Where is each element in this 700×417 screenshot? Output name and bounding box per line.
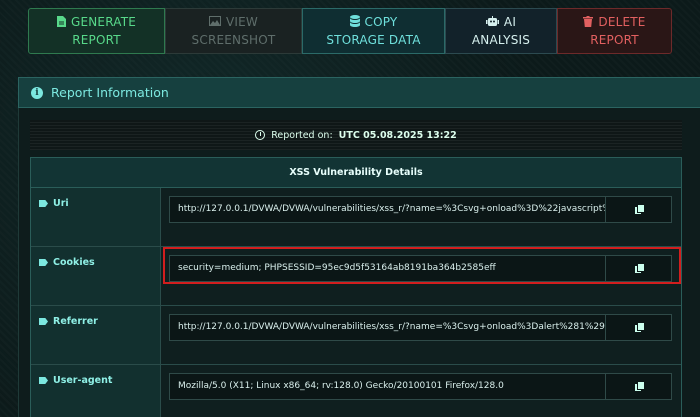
ai-label-1: AI [503, 15, 517, 29]
ai-analysis-button[interactable]: AI ANALYSIS [445, 8, 557, 54]
generate-label-2: REPORT [72, 33, 121, 47]
generate-report-button[interactable]: GENERATE REPORT [28, 8, 165, 54]
reported-on-bar: Reported on: UTC 05.08.2025 13:22 [30, 120, 682, 150]
tag-icon [39, 318, 48, 325]
robot-icon [485, 15, 499, 29]
view-label-1: VIEW [226, 15, 258, 29]
delete-report-button[interactable]: DELETE REPORT [557, 8, 672, 54]
view-screenshot-button[interactable]: VIEW SCREENSHOT [165, 8, 302, 54]
row-label-user-agent: User-agent [31, 365, 161, 417]
copy-icon [634, 382, 644, 391]
report-information-header[interactable]: i Report Information [18, 77, 700, 108]
table-row-cookies: Cookies security=medium; PHPSESSID=95ec9… [31, 247, 681, 306]
row-label-uri: Uri [31, 188, 161, 246]
xss-details-table: XSS Vulnerability Details Uri http://127… [30, 157, 682, 417]
cookies-field[interactable]: security=medium; PHPSESSID=95ec9d5f53164… [169, 255, 605, 282]
reported-value: UTC 05.08.2025 13:22 [338, 129, 457, 141]
trash-icon [583, 15, 594, 29]
row-label-referrer: Referrer [31, 306, 161, 364]
uri-label: Uri [53, 198, 69, 209]
image-icon [209, 16, 221, 28]
delete-label-2: REPORT [590, 33, 639, 47]
reported-label: Reported on: [271, 129, 333, 141]
tag-icon [39, 259, 48, 266]
generate-label-1: GENERATE [70, 15, 137, 29]
ai-label-2: ANALYSIS [471, 33, 531, 47]
user-agent-field[interactable]: Mozilla/5.0 (X11; Linux x86_64; rv:128.0… [169, 373, 605, 400]
table-row-uri: Uri http://127.0.0.1/DVWA/DVWA/vulnerabi… [31, 188, 681, 247]
cookies-label: Cookies [53, 257, 95, 268]
panel-title: Report Information [51, 85, 169, 100]
user-agent-cell: Mozilla/5.0 (X11; Linux x86_64; rv:128.0… [161, 365, 681, 417]
referrer-field[interactable]: http://127.0.0.1/DVWA/DVWA/vulnerabiliti… [169, 314, 605, 341]
copy-icon [634, 264, 644, 273]
copy-storage-data-button[interactable]: COPY STORAGE DATA [302, 8, 445, 54]
clock-icon [255, 130, 266, 140]
copy-referrer-button[interactable] [605, 314, 672, 341]
delete-label-1: DELETE [598, 15, 646, 29]
uri-field[interactable]: http://127.0.0.1/DVWA/DVWA/vulnerabiliti… [169, 196, 605, 223]
row-label-cookies: Cookies [31, 247, 161, 305]
file-icon [56, 15, 66, 29]
table-row-referrer: Referrer http://127.0.0.1/DVWA/DVWA/vuln… [31, 306, 681, 365]
toolbar: GENERATE REPORT VIEW SCREENSHOT COPY STO… [28, 8, 672, 54]
copy-cookies-button[interactable] [605, 255, 672, 282]
uri-cell: http://127.0.0.1/DVWA/DVWA/vulnerabiliti… [161, 188, 681, 246]
copy-label-2: STORAGE DATA [326, 33, 421, 47]
copy-icon [634, 323, 644, 332]
database-icon [349, 15, 360, 29]
tag-icon [39, 377, 48, 384]
copy-label-1: COPY [364, 15, 398, 29]
referrer-cell: http://127.0.0.1/DVWA/DVWA/vulnerabiliti… [161, 306, 681, 364]
view-label-2: SCREENSHOT [191, 33, 276, 47]
table-row-user-agent: User-agent Mozilla/5.0 (X11; Linux x86_6… [31, 365, 681, 417]
copy-icon [634, 205, 644, 214]
cookies-cell: security=medium; PHPSESSID=95ec9d5f53164… [161, 247, 681, 305]
referrer-label: Referrer [53, 316, 98, 327]
user-agent-label: User-agent [53, 375, 113, 386]
copy-user-agent-button[interactable] [605, 373, 672, 400]
copy-uri-button[interactable] [605, 196, 672, 223]
info-icon: i [31, 86, 43, 99]
tag-icon [39, 200, 48, 207]
table-header: XSS Vulnerability Details [31, 158, 681, 188]
